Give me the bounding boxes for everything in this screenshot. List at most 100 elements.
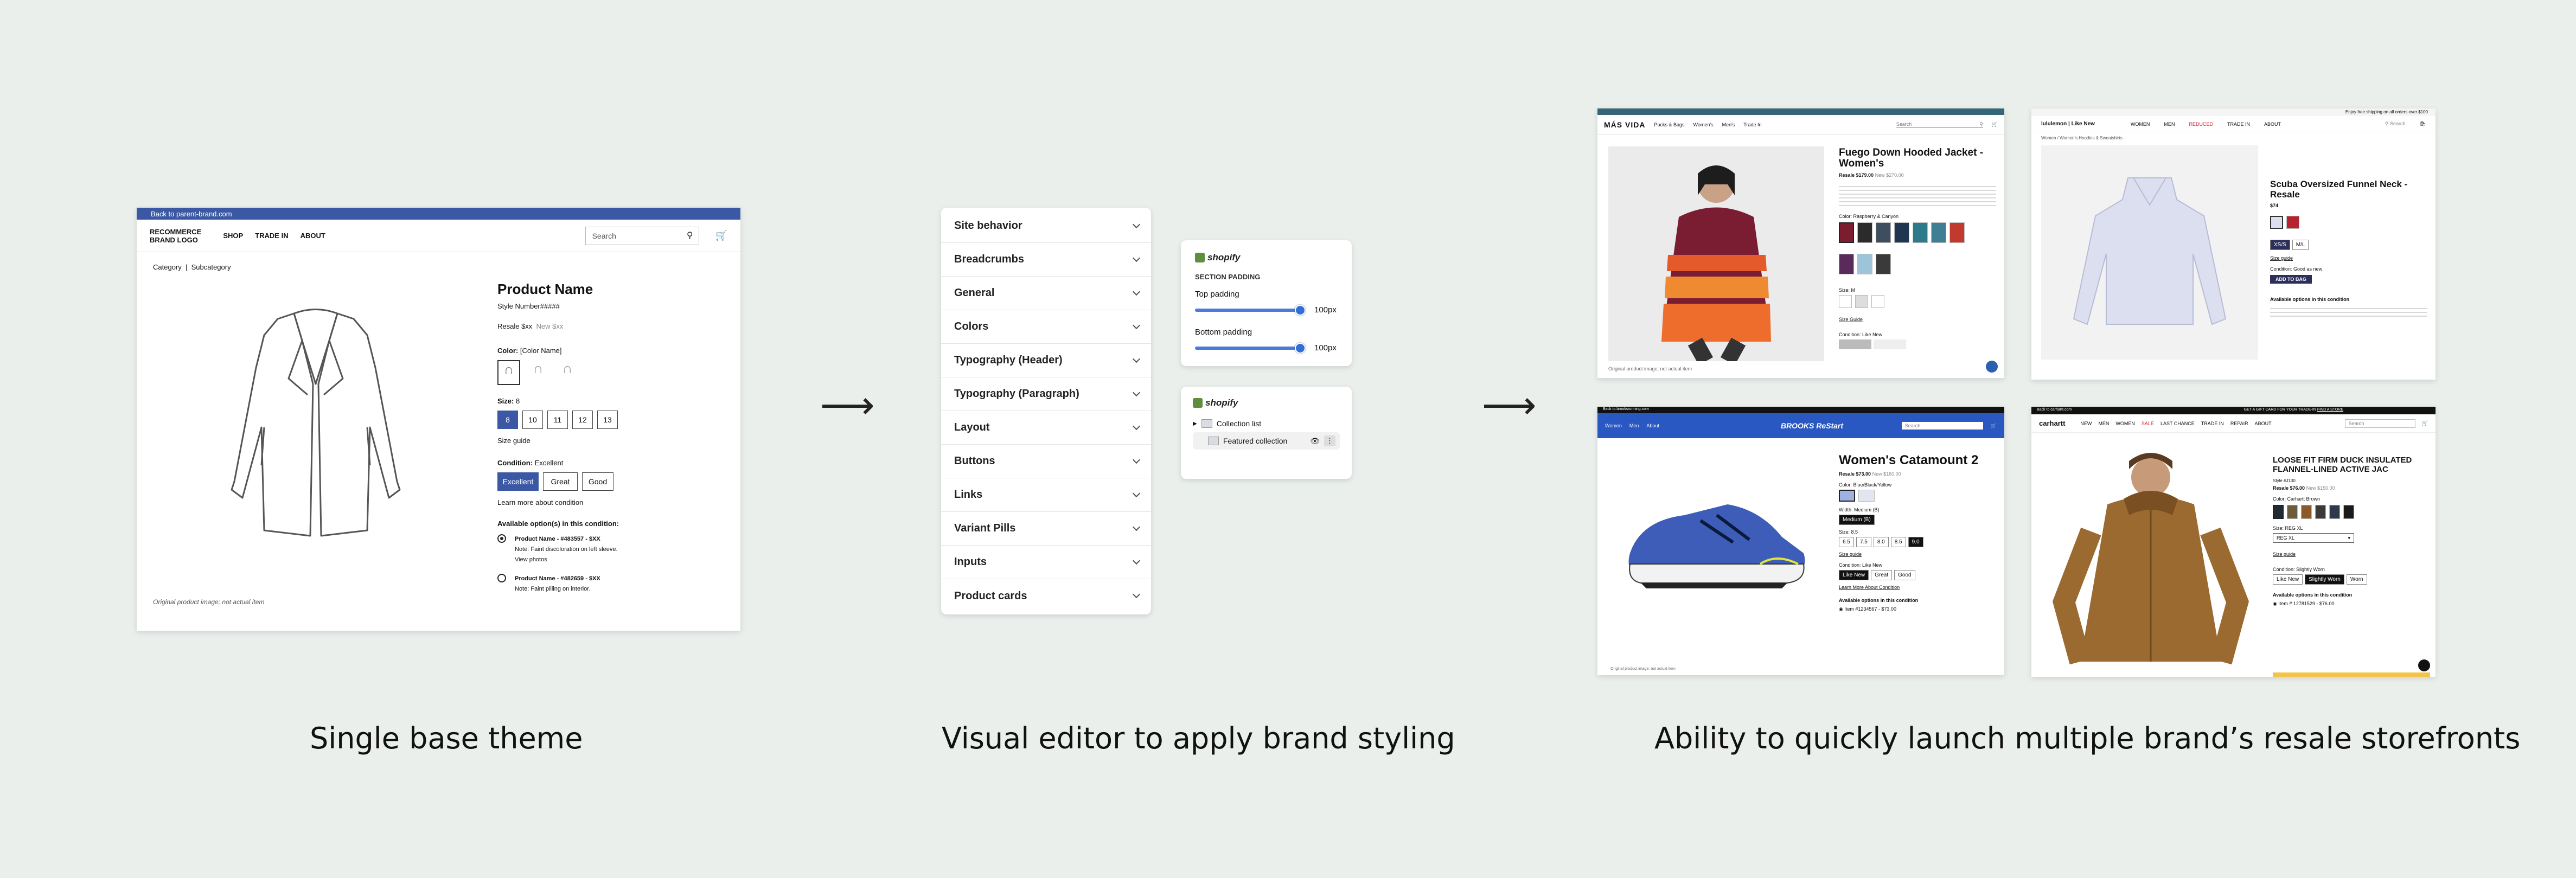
size-option[interactable] (1839, 295, 1852, 308)
nav-item[interactable]: NEW (2080, 421, 2092, 426)
nav-item[interactable]: SALE (2142, 421, 2154, 426)
nav-trade-in[interactable]: TRADE IN (255, 232, 288, 240)
accordion-typography-paragraph[interactable]: Typography (Paragraph) (941, 377, 1151, 411)
color-swatch[interactable] (1839, 254, 1854, 274)
color-swatch[interactable] (1876, 222, 1891, 243)
size-option[interactable]: 13 (597, 411, 618, 429)
color-swatch[interactable] (1949, 222, 1965, 243)
color-swatch[interactable] (2287, 505, 2298, 519)
condition-option[interactable]: Like New (2273, 574, 2303, 585)
search-icon[interactable]: ⚲ (687, 230, 693, 241)
search-input[interactable]: Search (2344, 419, 2415, 428)
slider-handle[interactable] (1295, 304, 1306, 316)
nav-item[interactable]: WOMEN (2131, 121, 2150, 127)
color-swatch[interactable]: ∩ (556, 360, 579, 385)
search-input[interactable]: Search (1901, 422, 1983, 430)
condition-option-selected[interactable]: Like New (1839, 570, 1869, 580)
size-guide-link[interactable]: Size Guide (1839, 317, 1996, 322)
color-swatch[interactable] (2301, 505, 2312, 519)
brand-logo[interactable]: RECOMMERCE BRAND LOGO (150, 228, 201, 244)
size-option[interactable]: 6.5 (1839, 537, 1854, 547)
size-option-selected[interactable]: XS/S (2270, 240, 2290, 250)
accordion-buttons[interactable]: Buttons (941, 445, 1151, 478)
nav-item[interactable]: WOMEN (2115, 421, 2135, 426)
color-swatch[interactable] (2315, 505, 2326, 519)
size-option[interactable]: 8.0 (1873, 537, 1889, 547)
color-swatch[interactable] (2329, 505, 2340, 519)
radio-selected[interactable] (497, 534, 506, 543)
condition-option-selected[interactable]: Slightly Worn (2305, 574, 2344, 585)
nav-shop[interactable]: SHOP (223, 232, 243, 240)
size-guide-link[interactable]: Size guide (497, 437, 725, 445)
size-option-selected[interactable] (1855, 295, 1868, 308)
nav-item[interactable]: TRADE IN (2227, 121, 2250, 127)
chat-icon[interactable] (1986, 361, 1998, 373)
color-swatch-selected[interactable] (1839, 490, 1855, 502)
brand-logo[interactable]: MÁS VIDA (1604, 120, 1645, 129)
color-swatch[interactable] (2286, 216, 2299, 229)
size-option[interactable]: 10 (522, 411, 543, 429)
color-swatch[interactable] (1876, 254, 1891, 274)
nav-about[interactable]: ABOUT (301, 232, 325, 240)
option-row[interactable]: Product Name - #482659 - $XX Note: Faint … (497, 574, 725, 594)
nav-item[interactable]: REPAIR (2230, 421, 2248, 426)
radio-selected[interactable]: ◉ (2273, 601, 2277, 606)
add-to-bag-button[interactable]: ADD TO BAG (2270, 275, 2312, 284)
radio-selected[interactable]: ◉ (1839, 606, 1843, 612)
accordion-colors[interactable]: Colors (941, 310, 1151, 344)
brand-logo[interactable]: carhartt (2039, 419, 2065, 427)
radio[interactable] (497, 574, 506, 582)
size-guide-link[interactable]: Size guide (2270, 255, 2427, 261)
color-swatch[interactable]: ∩ (527, 360, 549, 385)
accordion-general[interactable]: General (941, 277, 1151, 310)
eye-icon[interactable]: 👁 (1310, 437, 1320, 446)
accordion-inputs[interactable]: Inputs (941, 546, 1151, 579)
top-padding-slider[interactable] (1195, 304, 1306, 316)
back-link[interactable]: Back to parent-brand.com (151, 210, 232, 218)
back-link-bar[interactable]: Back to parent-brand.com (137, 208, 740, 220)
condition-learn-more[interactable]: Learn more about condition (497, 498, 725, 507)
option-row[interactable] (2270, 305, 2427, 318)
nav-item[interactable]: Trade In (1743, 122, 1761, 127)
nav-item[interactable]: Men (1629, 423, 1639, 428)
back-link-bar[interactable]: Back to brooksrunning.com (1597, 407, 2004, 413)
layer-featured-collection[interactable]: Featured collection 👁 ⋮ (1193, 432, 1340, 450)
color-swatch[interactable] (1858, 490, 1875, 502)
nav-item[interactable]: MEN (2164, 121, 2175, 127)
size-option[interactable]: 11 (547, 411, 568, 429)
cart-icon[interactable]: 🛒 (2422, 420, 2428, 426)
nav-item[interactable]: Men's (1722, 122, 1735, 127)
condition-option-selected[interactable] (1839, 339, 1871, 349)
color-swatch-selected[interactable] (1839, 222, 1854, 243)
color-swatch[interactable] (1931, 222, 1946, 243)
color-swatch[interactable] (2343, 505, 2354, 519)
search-input[interactable]: Search ⚲ (1896, 121, 1983, 128)
drag-handle-icon[interactable]: ⋮ (1324, 435, 1335, 446)
nav-item[interactable]: ABOUT (2264, 121, 2281, 127)
nav-item[interactable]: MEN (2098, 421, 2109, 426)
option-row[interactable]: Product Name - #483557 - $XX Note: Faint … (497, 534, 725, 565)
accordion-layout[interactable]: Layout (941, 411, 1151, 445)
condition-option[interactable]: Great (543, 472, 578, 491)
option-row[interactable]: ◉ Item #1234567 - $73.00 (1839, 606, 1996, 612)
size-option-selected[interactable]: 8 (497, 411, 518, 429)
color-swatch[interactable] (1857, 222, 1872, 243)
search-icon[interactable]: ⚲ (2385, 121, 2389, 126)
color-swatch-selected[interactable] (2270, 216, 2283, 229)
nav-item[interactable]: LAST CHANCE (2160, 421, 2195, 426)
nav-item[interactable]: ABOUT (2255, 421, 2272, 426)
cart-icon[interactable]: 🛒 (1991, 423, 1997, 429)
accordion-product-cards[interactable]: Product cards (941, 579, 1151, 613)
accordion-typography-header[interactable]: Typography (Header) (941, 344, 1151, 377)
condition-option-selected[interactable]: Excellent (497, 472, 539, 491)
nav-item[interactable]: Women (1605, 423, 1622, 428)
option-row[interactable]: ◉ Item # 12781529 - $76.00 (2273, 601, 2427, 607)
nav-item[interactable]: About (1646, 423, 1659, 428)
nav-item[interactable]: Women's (1693, 122, 1713, 127)
size-option[interactable]: 7.5 (1856, 537, 1871, 547)
chat-icon[interactable] (2418, 659, 2430, 671)
condition-option[interactable]: Good (582, 472, 613, 491)
size-option[interactable]: 9.0 (1908, 537, 1923, 547)
search-input[interactable]: Search ⚲ (585, 226, 699, 245)
nav-item[interactable]: REDUCED (2189, 121, 2213, 127)
